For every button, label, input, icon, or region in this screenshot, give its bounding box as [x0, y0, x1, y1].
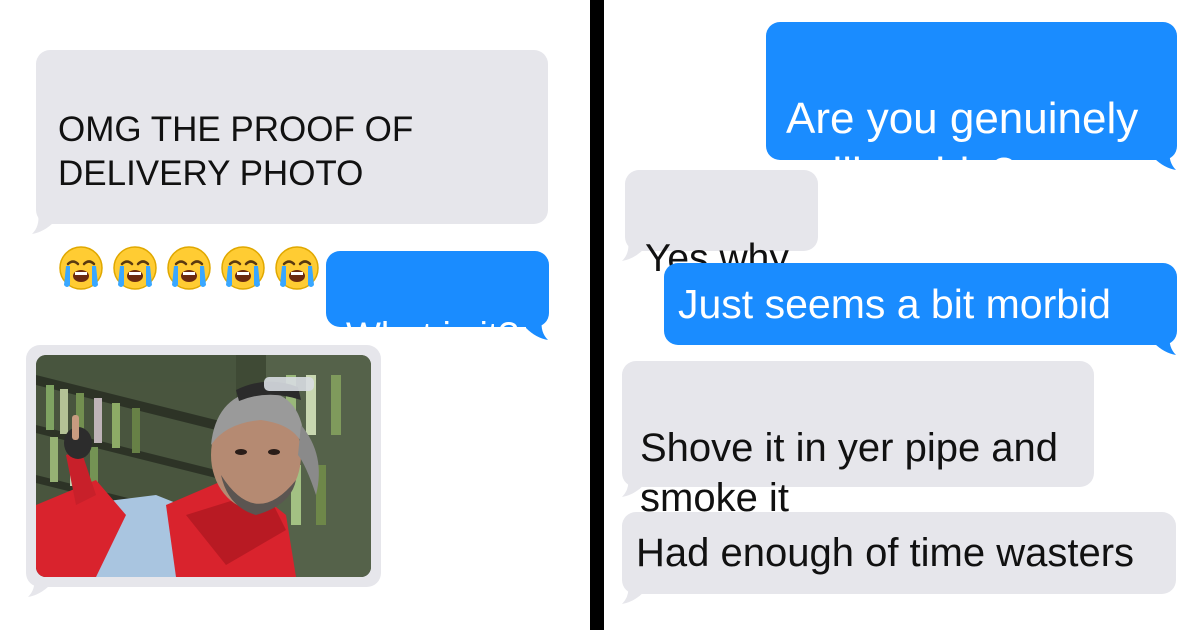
loudly-crying-face-icon	[275, 246, 319, 290]
panel-divider	[590, 0, 604, 630]
loudly-crying-face-icon	[59, 246, 103, 290]
conversation-screenshot: OMG THE PROOF OF DELIVERY PHOTO What is …	[0, 0, 1200, 630]
incoming-photo-message[interactable]	[26, 345, 381, 587]
message-text: Just seems a bit morbid	[678, 281, 1111, 327]
outgoing-message[interactable]: Are you genuinely selling this?	[766, 22, 1177, 198]
message-text: Are you genuinely selling this?	[786, 94, 1139, 198]
outgoing-message[interactable]: Just seems a bit morbid	[664, 263, 1177, 345]
loudly-crying-face-icon	[221, 246, 265, 290]
message-text: Had enough of time wasters	[636, 531, 1135, 575]
delivery-photo[interactable]	[36, 355, 371, 577]
message-text: OMG THE PROOF OF DELIVERY PHOTO	[58, 109, 414, 193]
loudly-crying-face-icon	[167, 246, 211, 290]
loudly-crying-face-icon	[113, 246, 157, 290]
message-text: Shove it in yer pipe and smoke it	[640, 426, 1059, 520]
incoming-message[interactable]: Shove it in yer pipe and smoke it	[622, 361, 1094, 520]
incoming-message[interactable]: Had enough of time wasters	[622, 512, 1176, 594]
incoming-message[interactable]: OMG THE PROOF OF DELIVERY PHOTO	[36, 50, 548, 290]
incoming-message[interactable]: Yes why	[625, 170, 818, 280]
outgoing-message[interactable]: What is it?	[326, 251, 549, 356]
